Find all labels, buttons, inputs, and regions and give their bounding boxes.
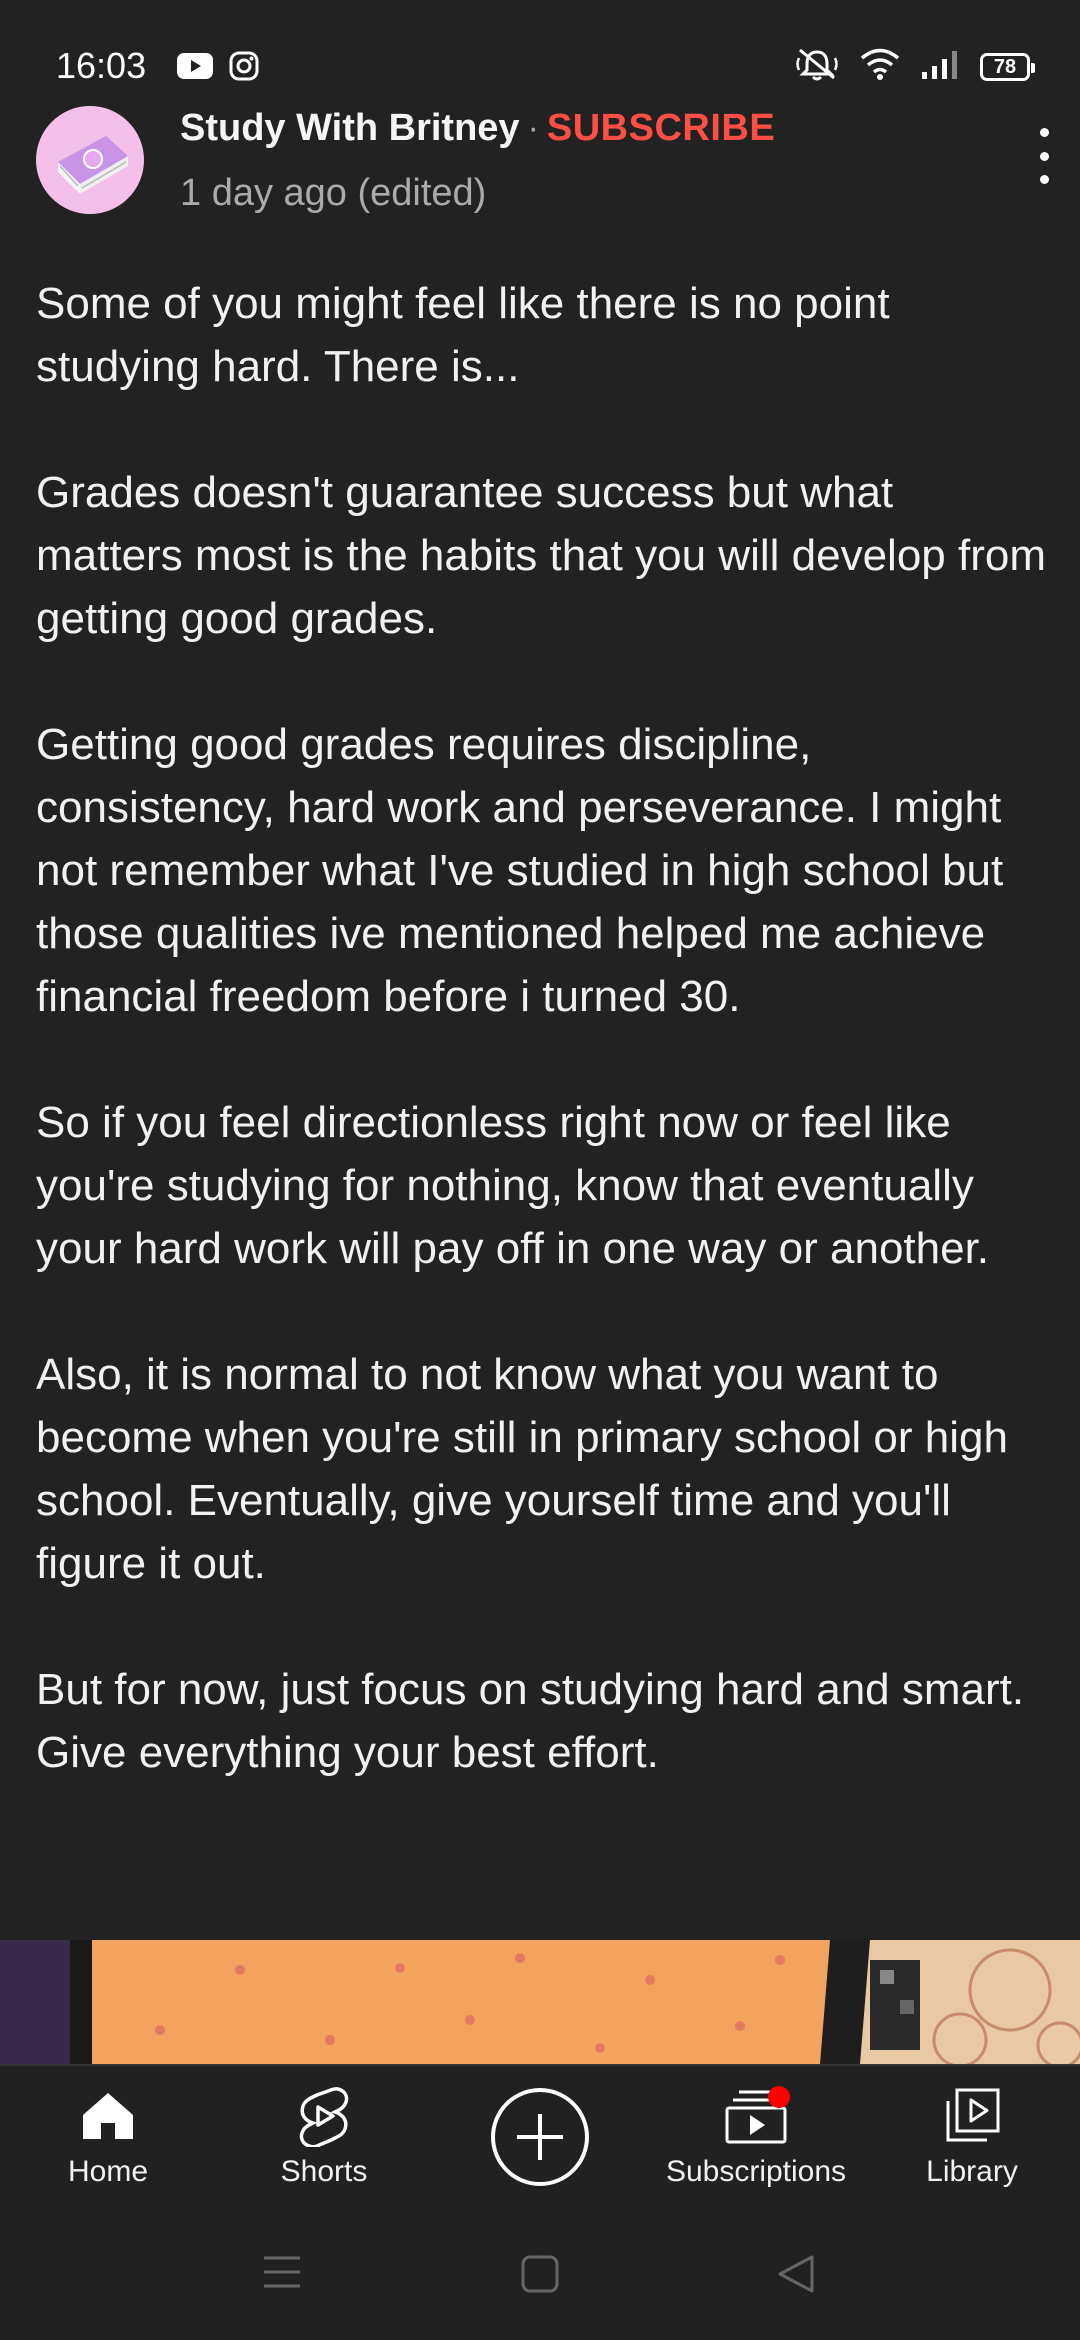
post-paragraph: Also, it is normal to not know what you … — [36, 1350, 1008, 1588]
nav-label-shorts: Shorts — [280, 2155, 368, 2188]
post-paragraph: So if you feel directionless right now o… — [36, 1098, 990, 1273]
post-paragraph: Grades doesn't guarantee success but wha… — [36, 468, 1046, 643]
system-nav-bar — [0, 2204, 1080, 2340]
status-left-icons — [176, 50, 260, 87]
battery-icon: 78 — [980, 52, 1035, 81]
wifi-icon — [860, 47, 900, 86]
youtube-icon — [176, 52, 214, 85]
subscribe-button[interactable]: SUBSCRIBE — [547, 107, 775, 150]
channel-avatar[interactable] — [36, 106, 144, 214]
home-icon — [0, 2084, 216, 2148]
status-bar: 16:03 78 — [0, 0, 1080, 100]
post-timestamp: 1 day ago (edited) — [180, 172, 487, 214]
post-image[interactable] — [0, 1940, 1080, 2064]
library-icon — [864, 2084, 1080, 2148]
notification-dot — [768, 2086, 790, 2108]
app-screen: 16:03 78 Study With Britney · SUBSCRIBE … — [0, 0, 1080, 2340]
menu-icon[interactable] — [262, 2254, 302, 2295]
subscriptions-icon — [648, 2084, 864, 2148]
channel-name[interactable]: Study With Britney — [180, 107, 520, 150]
nav-label-library: Library — [926, 2155, 1018, 2188]
instagram-icon — [228, 50, 260, 87]
nav-shorts[interactable]: Shorts — [216, 2084, 432, 2190]
nav-subscriptions[interactable]: Subscriptions — [648, 2084, 864, 2190]
separator-dot: · — [527, 108, 539, 147]
post-text: Some of you might feel like there is no … — [36, 272, 1046, 1847]
bottom-nav: Home Shorts Subscriptions Library — [0, 2064, 1080, 2204]
status-time: 16:03 — [56, 45, 147, 86]
post-paragraph: Getting good grades requires discipline,… — [36, 720, 1004, 1021]
create-icon[interactable] — [491, 2088, 589, 2186]
more-vert-icon — [1039, 128, 1049, 137]
nav-library[interactable]: Library — [864, 2084, 1080, 2190]
nav-label-subscriptions: Subscriptions — [665, 2155, 847, 2188]
post-paragraph: But for now, just focus on studying hard… — [36, 1665, 1025, 1777]
mute-icon — [794, 46, 840, 87]
more-options-button[interactable] — [1032, 128, 1056, 184]
nav-home[interactable]: Home — [0, 2084, 216, 2190]
shorts-icon — [216, 2084, 432, 2148]
nav-label-home: Home — [67, 2155, 149, 2188]
signal-icon — [920, 48, 960, 85]
home-square-icon[interactable] — [520, 2254, 560, 2299]
post-paragraph: Some of you might feel like there is no … — [36, 279, 890, 391]
back-icon[interactable] — [776, 2254, 816, 2299]
status-right-icons: 78 — [794, 46, 1035, 87]
channel-row: Study With Britney · SUBSCRIBE — [180, 104, 775, 152]
